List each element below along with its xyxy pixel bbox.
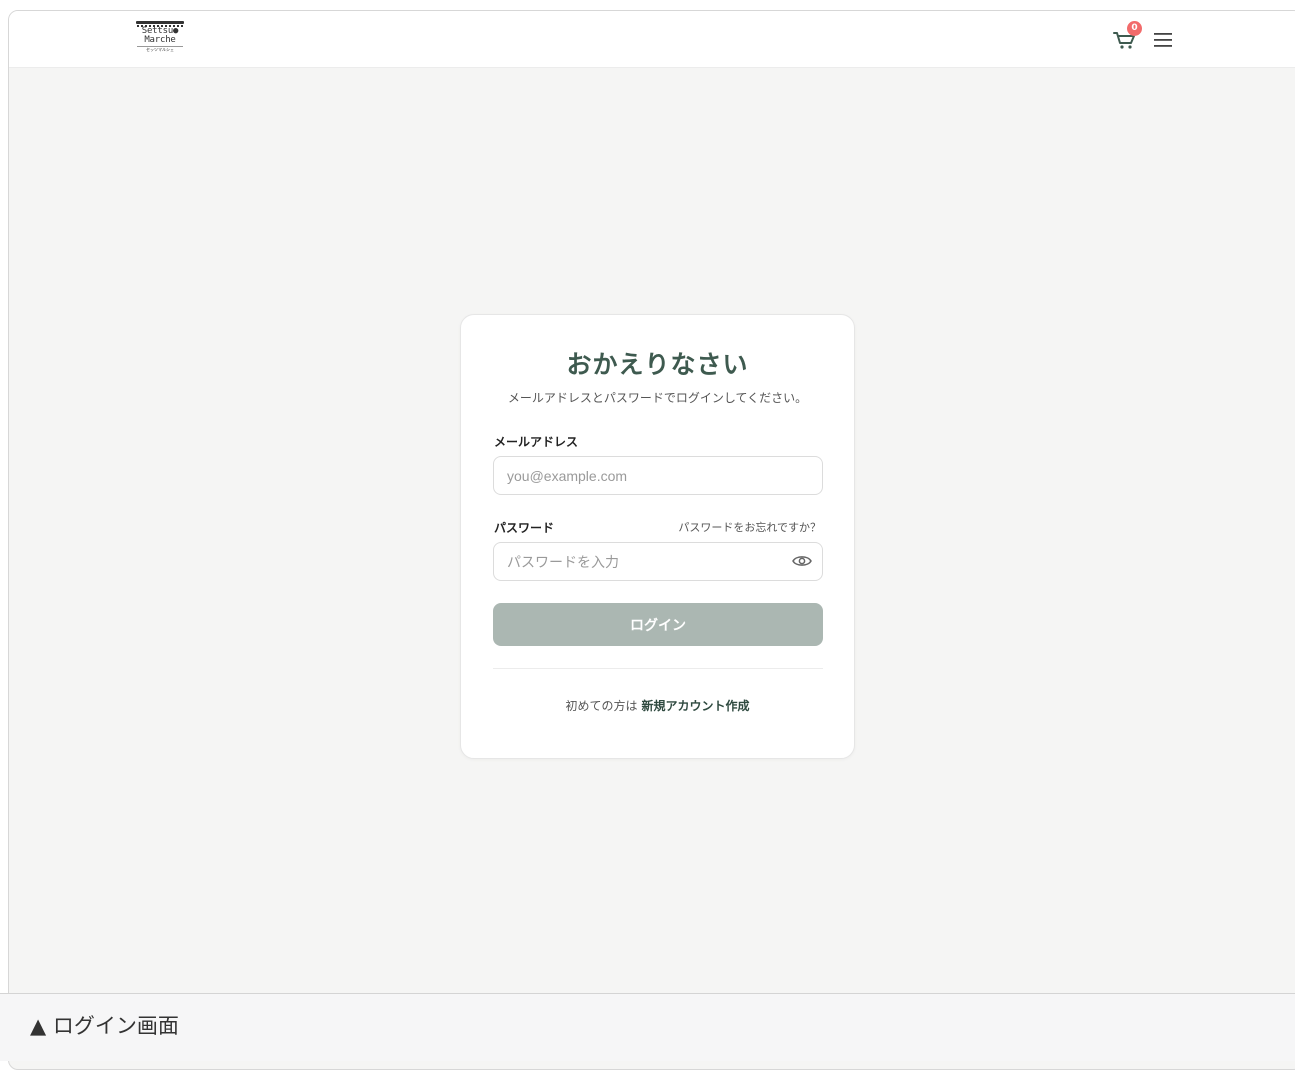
login-button[interactable]: ログイン xyxy=(493,603,823,646)
eye-icon[interactable] xyxy=(792,553,812,569)
cart-count-badge: 0 xyxy=(1127,21,1142,36)
forgot-password-link[interactable]: パスワードをお忘れですか？ xyxy=(678,519,821,535)
email-label: メールアドレス xyxy=(494,435,579,449)
site-logo[interactable]: Settsu● Marche セッツマルシェ xyxy=(135,21,185,55)
password-label: パスワード xyxy=(494,521,555,535)
signup-prompt: 初めての方は 新規アカウント作成 xyxy=(461,697,854,714)
login-subtitle: メールアドレスとパスワードでログインしてください。 xyxy=(507,391,808,405)
logo-text-line2: Marche xyxy=(144,35,176,45)
password-input[interactable] xyxy=(493,542,823,581)
caption-bar: ▲ ログイン画面 xyxy=(0,993,1295,1061)
login-title: おかえりなさい xyxy=(566,350,749,379)
browser-frame: Settsu● Marche セッツマルシェ 0 おかえりなさい メールアドレス… xyxy=(8,10,1295,1070)
screen-caption: ▲ ログイン画面 xyxy=(30,1014,179,1038)
email-input[interactable] xyxy=(493,456,823,495)
login-card: おかえりなさい メールアドレスとパスワードでログインしてください。 メールアドレ… xyxy=(460,314,855,759)
hamburger-menu-icon[interactable] xyxy=(1153,31,1173,49)
signup-prefix: 初めての方は xyxy=(565,699,638,713)
logo-awning xyxy=(136,21,184,24)
signup-link[interactable]: 新規アカウント作成 xyxy=(642,699,750,713)
card-divider xyxy=(493,668,823,669)
logo-text-line3: セッツマルシェ xyxy=(137,46,183,52)
site-header: Settsu● Marche セッツマルシェ 0 xyxy=(9,11,1295,68)
